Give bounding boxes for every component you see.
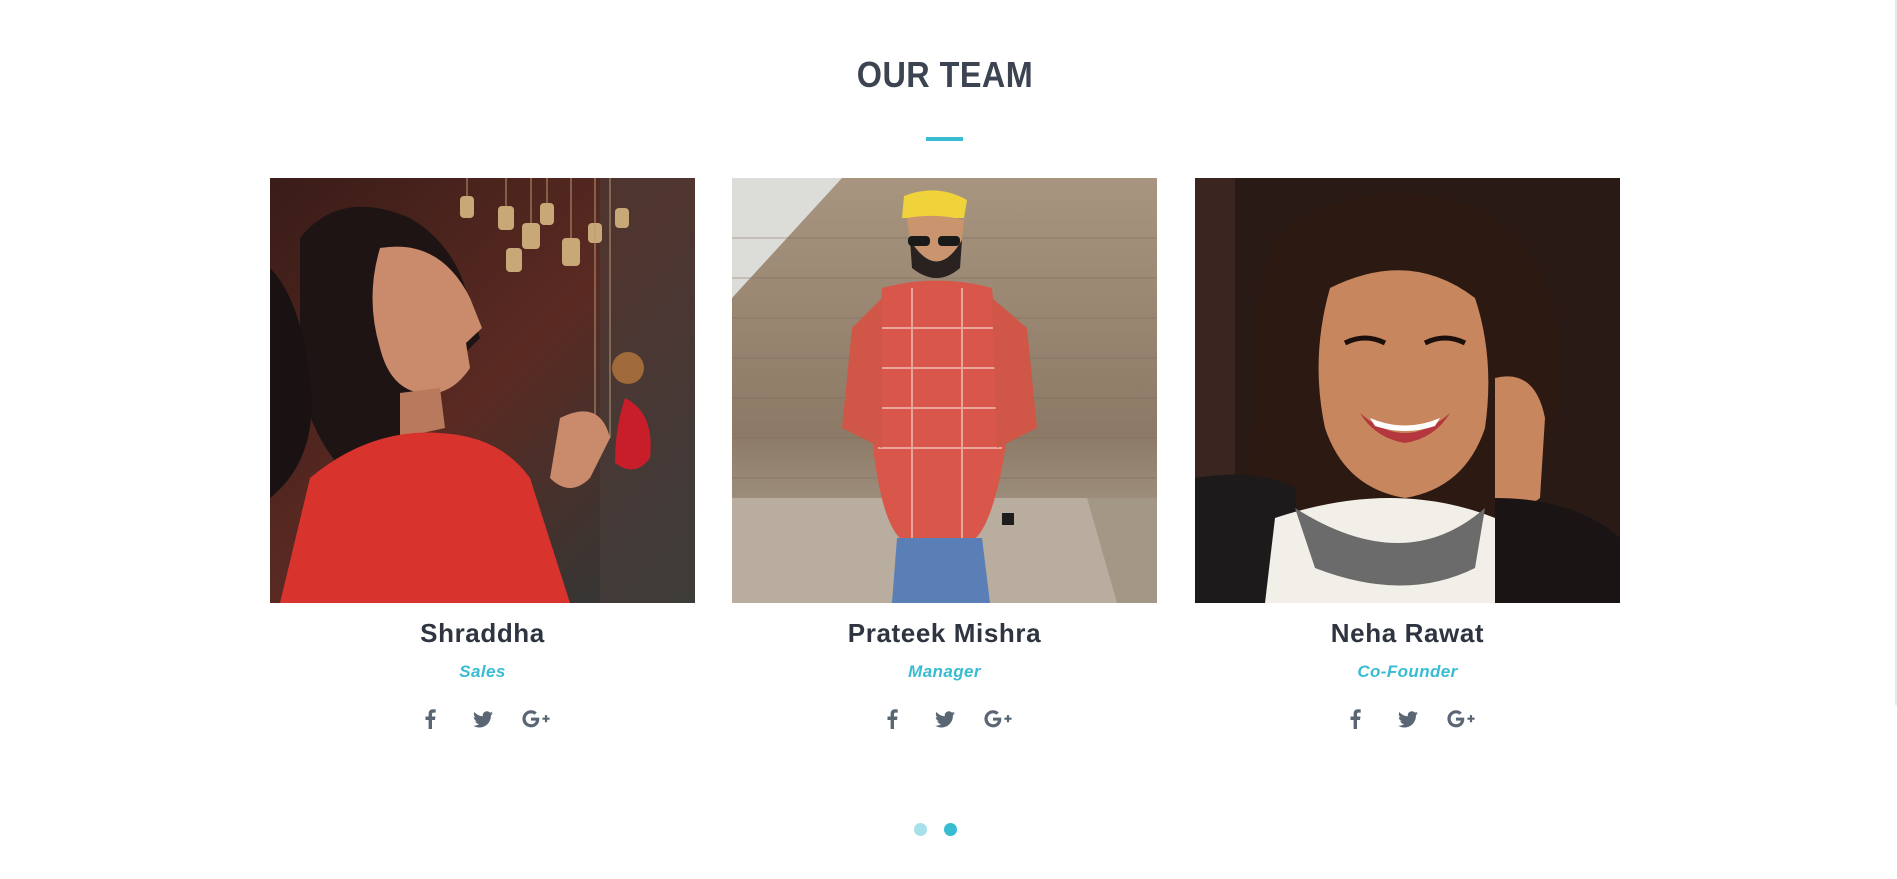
team-card-neha-rawat: Neha Rawat Co-Founder (1195, 178, 1620, 748)
member-photo (1195, 178, 1620, 603)
carousel-pagination (914, 823, 957, 836)
twitter-icon[interactable] (1394, 705, 1422, 733)
twitter-icon[interactable] (931, 705, 959, 733)
team-card-prateek-mishra: Prateek Mishra Manager (732, 178, 1157, 748)
section-title: OUR TEAM (856, 54, 1034, 95)
member-role: Sales (459, 662, 506, 681)
member-role: Manager (908, 662, 981, 681)
google-plus-icon[interactable] (983, 705, 1012, 733)
social-links (1195, 704, 1620, 734)
member-role: Co-Founder (1357, 662, 1458, 681)
google-plus-icon[interactable] (521, 705, 550, 733)
carousel-dot-1[interactable] (914, 823, 927, 836)
facebook-icon[interactable] (416, 705, 444, 733)
facebook-icon[interactable] (1341, 705, 1369, 733)
team-section: OUR TEAM Shraddha Sales Prateek Mishra M… (0, 0, 1897, 879)
twitter-icon[interactable] (469, 705, 497, 733)
member-name: Prateek Mishra (847, 618, 1042, 648)
title-divider (926, 137, 963, 141)
team-card-shraddha: Shraddha Sales (270, 178, 695, 748)
member-photo (732, 178, 1157, 603)
member-name: Shraddha (420, 618, 545, 648)
facebook-icon[interactable] (878, 705, 906, 733)
member-name: Neha Rawat (1330, 618, 1485, 648)
social-links (270, 704, 695, 734)
member-photo (270, 178, 695, 603)
google-plus-icon[interactable] (1446, 705, 1475, 733)
social-links (732, 704, 1157, 734)
carousel-dot-2-active[interactable] (944, 823, 957, 836)
